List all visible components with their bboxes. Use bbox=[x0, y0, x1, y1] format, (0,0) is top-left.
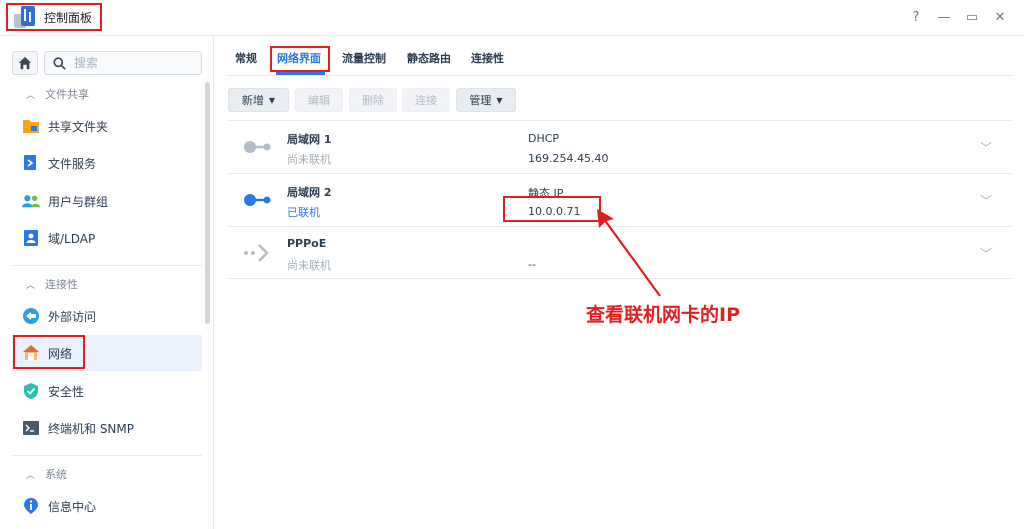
control-panel-icon bbox=[14, 6, 36, 28]
add-button[interactable]: 新增 ▼ bbox=[228, 88, 289, 112]
chevron-up-icon: ︿ bbox=[26, 470, 36, 481]
home-button[interactable] bbox=[12, 51, 38, 75]
interface-row-pppoe[interactable]: PPPoE 尚未联机 -- ﹀ bbox=[228, 226, 1012, 279]
sidebar-item-security[interactable]: 安全性 bbox=[12, 373, 202, 409]
interface-ip: -- bbox=[528, 258, 536, 271]
interface-row-lan1[interactable]: 局域网 1 尚未联机 DHCP 169.254.45.40 ﹀ bbox=[228, 120, 1012, 173]
interface-name: PPPoE bbox=[287, 237, 327, 250]
active-tab-highlight bbox=[270, 46, 330, 72]
network-item-highlight bbox=[13, 335, 85, 369]
search-input[interactable] bbox=[74, 56, 194, 70]
delete-button[interactable]: 删除 bbox=[349, 88, 397, 112]
users-icon bbox=[22, 192, 40, 210]
interface-status: 已联机 bbox=[287, 206, 320, 219]
ethernet-disconnected-icon bbox=[244, 141, 271, 153]
domain-icon bbox=[22, 229, 40, 247]
sidebar-divider bbox=[12, 265, 202, 266]
tab-bar: 常规 网络界面 流量控制 静态路由 连接性 bbox=[228, 36, 1012, 76]
maximize-button[interactable]: ▭ bbox=[963, 9, 981, 27]
home-icon bbox=[18, 56, 32, 70]
manage-button[interactable]: 管理 ▼ bbox=[456, 88, 516, 112]
sidebar: ︿文件共享 共享文件夹 文件服务 用户与群组 域/LDAP ︿连接性 外部访问 … bbox=[0, 36, 214, 529]
external-access-icon bbox=[22, 307, 40, 325]
ethernet-connected-icon bbox=[244, 194, 271, 206]
interface-type: DHCP bbox=[528, 132, 560, 145]
sidebar-item-terminal-snmp[interactable]: 终端机和 SNMP bbox=[12, 410, 202, 446]
shield-icon bbox=[22, 382, 40, 400]
folder-icon bbox=[22, 117, 40, 135]
connect-button[interactable]: 连接 bbox=[402, 88, 450, 112]
section-connectivity[interactable]: ︿ 连接性 bbox=[26, 276, 78, 292]
sidebar-item-info-center[interactable]: 信息中心 bbox=[12, 488, 202, 524]
chevron-up-icon: ︿ bbox=[26, 280, 36, 291]
chevron-down-icon[interactable]: ﹀ bbox=[980, 245, 992, 262]
ip-highlight bbox=[503, 196, 601, 222]
caret-down-icon: ▼ bbox=[496, 95, 503, 105]
chevron-down-icon[interactable]: ﹀ bbox=[980, 192, 992, 209]
terminal-icon bbox=[22, 419, 40, 437]
help-button[interactable]: ? bbox=[907, 9, 925, 27]
sidebar-item-external-access[interactable]: 外部访问 bbox=[12, 298, 202, 334]
section-system[interactable]: ︿ 系统 bbox=[26, 466, 67, 482]
tab-connectivity[interactable]: 连接性 bbox=[471, 50, 504, 66]
chevron-up-icon: ︿ bbox=[26, 90, 36, 101]
section-file-sharing[interactable]: ︿ 文件共享 bbox=[26, 86, 89, 102]
sidebar-item-users-groups[interactable]: 用户与群组 bbox=[12, 183, 202, 219]
app-title-highlight: 控制面板 bbox=[6, 3, 102, 31]
sidebar-item-file-services[interactable]: 文件服务 bbox=[12, 145, 202, 181]
interface-row-lan2[interactable]: 局域网 2 已联机 静态 IP 10.0.0.71 ﹀ bbox=[228, 173, 1012, 226]
interface-status: 尚未联机 bbox=[287, 259, 331, 272]
edit-button[interactable]: 编辑 bbox=[295, 88, 343, 112]
interface-name: 局域网 1 bbox=[287, 133, 332, 146]
caret-down-icon: ▼ bbox=[268, 95, 276, 105]
tab-general[interactable]: 常规 bbox=[235, 50, 257, 66]
chevron-down-icon[interactable]: ﹀ bbox=[980, 139, 992, 156]
sidebar-item-domain-ldap[interactable]: 域/LDAP bbox=[12, 220, 202, 256]
app-title: 控制面板 bbox=[44, 10, 93, 25]
info-icon bbox=[22, 497, 40, 515]
search-box[interactable] bbox=[44, 51, 202, 75]
sidebar-divider bbox=[12, 455, 202, 456]
annotation-text: 查看联机网卡的IP bbox=[586, 304, 740, 326]
active-tab-underline bbox=[276, 72, 325, 75]
sidebar-item-shared-folder[interactable]: 共享文件夹 bbox=[12, 108, 202, 144]
tab-traffic-control[interactable]: 流量控制 bbox=[342, 50, 386, 66]
close-button[interactable]: ✕ bbox=[991, 9, 1009, 27]
interface-name: 局域网 2 bbox=[287, 186, 332, 199]
pppoe-icon bbox=[244, 244, 269, 262]
minimize-button[interactable]: — bbox=[935, 9, 953, 27]
tab-static-route[interactable]: 静态路由 bbox=[407, 50, 451, 66]
search-icon bbox=[53, 56, 66, 70]
file-services-icon bbox=[22, 154, 40, 172]
title-bar: 控制面板 ? — ▭ ✕ bbox=[0, 0, 1024, 36]
sidebar-scrollbar[interactable] bbox=[205, 82, 210, 324]
interface-status: 尚未联机 bbox=[287, 153, 331, 166]
interface-ip: 169.254.45.40 bbox=[528, 152, 609, 165]
